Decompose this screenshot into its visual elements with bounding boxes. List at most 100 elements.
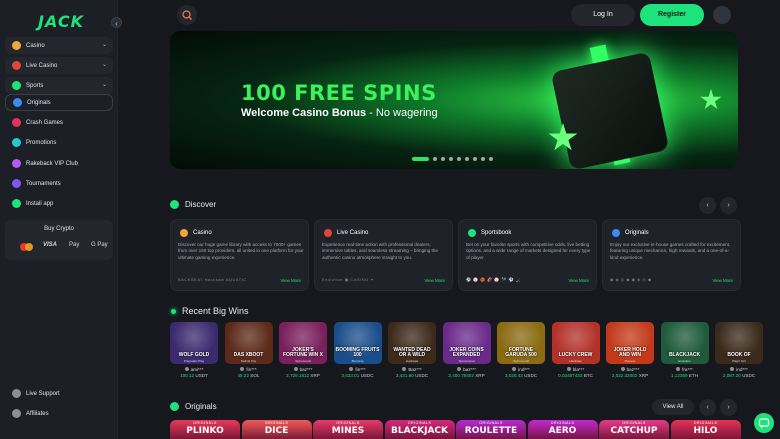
originals-kicker: ORIGINALS bbox=[193, 421, 217, 425]
win-amount: 2,728.1812 XRP bbox=[286, 373, 320, 378]
provider-name: Nolimit City bbox=[240, 359, 257, 363]
banner-headline: 100 FREE SPINS bbox=[241, 81, 437, 105]
win-item[interactable]: JOKER'S FORTUNE WIN X Spinomenal baz*** 2,7… bbox=[279, 322, 327, 378]
chevron-down-icon: ⌄ bbox=[101, 82, 107, 88]
game-thumbnail[interactable]: DAS XBOOT Nolimit City bbox=[224, 322, 273, 364]
sidebar-item-originals[interactable]: Originals bbox=[5, 94, 113, 111]
carousel-dot[interactable] bbox=[412, 157, 429, 161]
view-all-button[interactable]: View All bbox=[652, 399, 694, 415]
discover-card[interactable]: Live Casino Experience real-time action w… bbox=[314, 219, 453, 291]
sidebar-item-vip[interactable]: Rakeback VIP Club bbox=[5, 155, 113, 172]
sidebar-item-label: Affiliates bbox=[26, 410, 49, 417]
card-title: Live Casino bbox=[324, 229, 368, 237]
originals-prev-button[interactable]: ‹ bbox=[699, 399, 716, 416]
promo-banner[interactable]: 100 FREE SPINS Welcome Casino Bonus - No… bbox=[170, 31, 738, 169]
sidebar-item-affiliates[interactable]: Affiliates bbox=[5, 405, 113, 422]
game-name: JOKER HOLD AND WIN bbox=[613, 347, 647, 358]
carousel-dot[interactable] bbox=[465, 157, 469, 161]
discover-next-button[interactable]: › bbox=[720, 197, 737, 214]
game-thumbnail[interactable]: JOKER'S FORTUNE WIN X Spinomenal bbox=[279, 322, 327, 364]
win-item[interactable]: WOLF GOLD Pragmatic Play ami*** 100.12 USDT bbox=[170, 322, 218, 378]
win-item[interactable]: DAS XBOOT Nolimit City fin*** 45.22 SOL bbox=[224, 322, 273, 378]
login-button[interactable]: Log In bbox=[571, 4, 635, 26]
original-game-card[interactable]: ORIGINALS AERO bbox=[527, 420, 598, 439]
chat-button[interactable] bbox=[754, 413, 774, 433]
register-button[interactable]: Register bbox=[640, 4, 704, 26]
original-game-card[interactable]: ORIGINALS CATCHUP bbox=[599, 420, 669, 439]
originals-kicker: ORIGINALS bbox=[336, 421, 360, 425]
original-game-card[interactable]: ORIGINALS BLACKJACK bbox=[384, 420, 455, 439]
carousel-dots[interactable] bbox=[412, 157, 493, 161]
carousel-dot[interactable] bbox=[457, 157, 461, 161]
game-name: WOLF GOLD bbox=[178, 352, 210, 358]
winner-name: ind*** bbox=[497, 367, 545, 372]
win-item[interactable]: BOOK OF Play'n GO ind*** 2,087.20 USDC bbox=[715, 322, 763, 378]
chevron-right-icon: › bbox=[727, 202, 730, 209]
carousel-dot[interactable] bbox=[449, 157, 453, 161]
game-thumbnail[interactable]: BOOMING FRUITS 100 Booming bbox=[333, 322, 382, 364]
game-thumbnail[interactable]: JOKER HOLD AND WIN Playson bbox=[606, 322, 654, 364]
discover-card[interactable]: Originals Enjoy our exclusive in-house ga… bbox=[602, 219, 741, 291]
game-name: FORTUNE GARUDA 500 bbox=[505, 347, 537, 358]
chevron-left-icon: ‹ bbox=[706, 404, 709, 411]
sidebar-item-sports[interactable]: Sports ⌄ bbox=[5, 77, 113, 94]
sidebar-item-casino[interactable]: Casino ⌄ bbox=[5, 37, 113, 54]
provider-logos: ⚽ ⚾ 🏀 🏈 ⚾ 🎾 ⚽ 🏒 bbox=[466, 277, 522, 282]
provider-name: Spinomenal bbox=[513, 359, 529, 363]
original-game-card[interactable]: ORIGINALS MINES bbox=[313, 420, 383, 439]
banner-subtitle: Welcome Casino Bonus - No wagering bbox=[241, 107, 438, 119]
chat-icon bbox=[758, 418, 770, 429]
original-game-card[interactable]: ORIGINALS PLINKO bbox=[170, 420, 240, 439]
sidebar-item-promotions[interactable]: Promotions bbox=[5, 134, 113, 151]
original-game-card[interactable]: ORIGINALS HILO bbox=[670, 420, 741, 439]
discover-card[interactable]: Sportsbook Bet on your favorite sports wi… bbox=[458, 219, 597, 291]
user-menu-icon[interactable] bbox=[713, 6, 731, 24]
game-thumbnail[interactable]: BOOK OF Play'n GO bbox=[715, 322, 763, 364]
carousel-dot[interactable] bbox=[489, 157, 493, 161]
support-icon bbox=[12, 389, 21, 398]
win-item[interactable]: BLACKJACK Evolution fra*** 1.12369 ETH bbox=[660, 322, 709, 378]
view-more-link[interactable]: View More bbox=[280, 278, 301, 283]
game-thumbnail[interactable]: BLACKJACK Evolution bbox=[660, 322, 709, 364]
sidebar-item-live-support[interactable]: Live Support bbox=[5, 385, 113, 402]
view-more-link[interactable]: View More bbox=[712, 278, 733, 283]
discover-card[interactable]: Casino Discover our huge game library wit… bbox=[170, 219, 309, 291]
sportsbook-icon bbox=[468, 229, 476, 237]
sidebar-links: Originals Crash Games Promotions bbox=[5, 94, 113, 154]
card-title: Sportsbook bbox=[468, 229, 511, 237]
original-game-card[interactable]: ORIGINALS ROULETTE bbox=[456, 420, 526, 439]
logo[interactable]: JACK bbox=[38, 12, 84, 31]
user-icon bbox=[402, 367, 407, 371]
game-thumbnail[interactable]: LUCKY CREW Hacksaw bbox=[551, 322, 600, 364]
affiliates-icon bbox=[12, 409, 21, 418]
sidebar-item-install-app[interactable]: Install app bbox=[5, 195, 113, 212]
originals-next-button[interactable]: › bbox=[720, 399, 737, 416]
view-more-link[interactable]: View More bbox=[568, 278, 589, 283]
game-thumbnail[interactable]: JOKER COINS EXPANDED Spinomenal bbox=[442, 322, 491, 364]
discover-prev-button[interactable]: ‹ bbox=[699, 197, 716, 214]
game-thumbnail[interactable]: WOLF GOLD Pragmatic Play bbox=[170, 322, 218, 364]
provider-name: Evolution bbox=[678, 359, 691, 363]
apple-pay-label: Pay bbox=[69, 242, 80, 248]
win-item[interactable]: BOOMING FRUITS 100 Booming fin*** 3,633.01 … bbox=[333, 322, 382, 378]
view-more-link[interactable]: View More bbox=[424, 278, 445, 283]
sidebar-item-tournaments[interactable]: Tournaments bbox=[5, 175, 113, 192]
game-thumbnail[interactable]: WANTED DEAD OR A WILD Hacksaw bbox=[388, 322, 436, 364]
win-item[interactable]: JOKER COINS EXPANDED Spinomenal baz*** 2,40… bbox=[442, 322, 491, 378]
original-game-card[interactable]: ORIGINALS DICE bbox=[241, 420, 312, 439]
sidebar-item-live-casino[interactable]: Live Casino ⌄ bbox=[5, 57, 113, 74]
sidebar-item-label: Tournaments bbox=[26, 180, 61, 187]
carousel-dot[interactable] bbox=[473, 157, 477, 161]
buy-crypto-panel[interactable]: Buy Crypto VISA Pay G Pay bbox=[5, 220, 113, 260]
game-thumbnail[interactable]: FORTUNE GARUDA 500 Spinomenal bbox=[497, 322, 545, 364]
win-item[interactable]: FORTUNE GARUDA 500 Spinomenal ind*** 3,028.… bbox=[497, 322, 545, 378]
carousel-dot[interactable] bbox=[481, 157, 485, 161]
win-item[interactable]: LUCKY CREW Hacksaw bla*** 0.03487433 BTC bbox=[551, 322, 600, 378]
search-button[interactable] bbox=[177, 5, 197, 25]
collapse-sidebar-icon[interactable]: ‹ bbox=[111, 17, 122, 28]
carousel-dot[interactable] bbox=[441, 157, 445, 161]
win-item[interactable]: WANTED DEAD OR A WILD Hacksaw Baz*** 3,431.… bbox=[388, 322, 436, 378]
carousel-dot[interactable] bbox=[433, 157, 437, 161]
win-item[interactable]: JOKER HOLD AND WIN Playson baz*** 2,022.320… bbox=[606, 322, 654, 378]
sidebar-item-crash-games[interactable]: Crash Games bbox=[5, 114, 113, 131]
